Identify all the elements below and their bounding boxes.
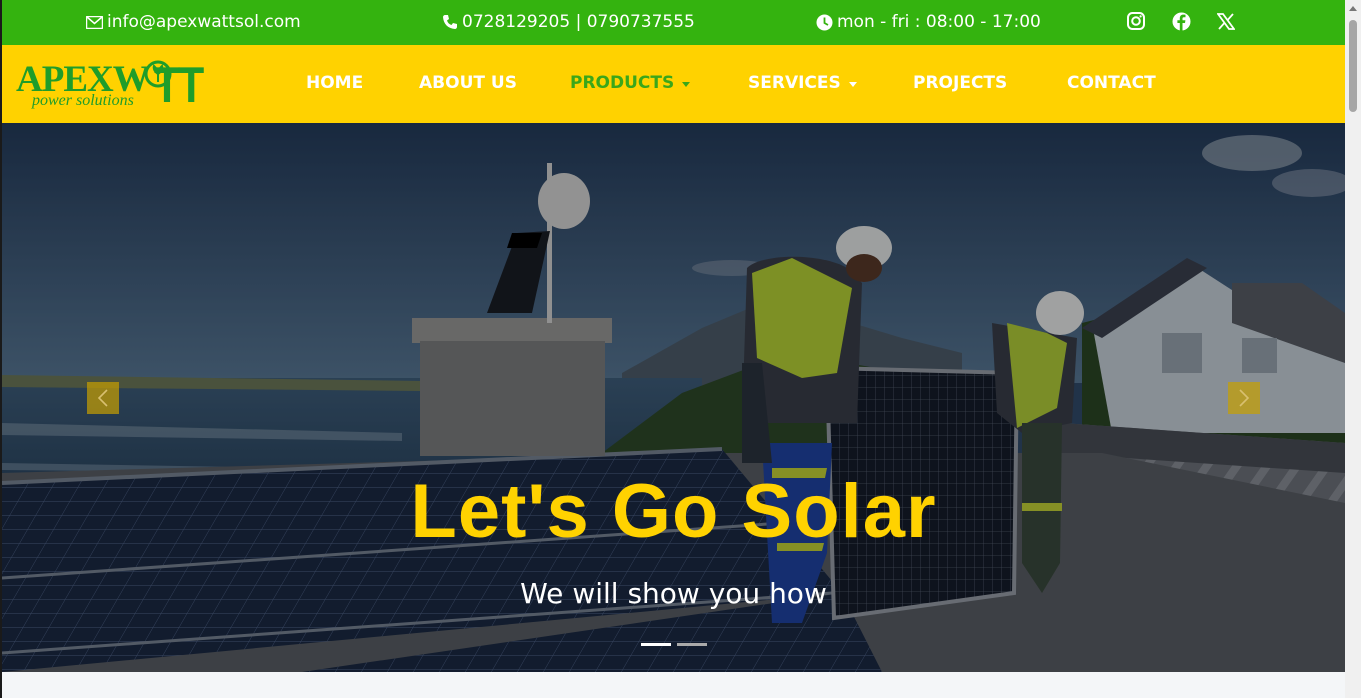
chevron-left-icon bbox=[97, 389, 108, 407]
carousel-prev-button[interactable] bbox=[87, 382, 119, 414]
phone-info[interactable]: 0728129205 | 0790737555 bbox=[442, 12, 695, 32]
hours-text: mon - fri : 08:00 - 17:00 bbox=[837, 12, 1041, 32]
hero-subtitle: We will show you how bbox=[520, 577, 827, 610]
nav-projects[interactable]: PROJECTS bbox=[913, 73, 1007, 93]
apexwatt-logo[interactable]: APEXW TT power solutions bbox=[16, 57, 216, 113]
main-navbar: APEXW TT power solutions HOME ABOUT US P… bbox=[2, 45, 1345, 123]
nav-products[interactable]: PRODUCTS bbox=[570, 73, 691, 93]
clock-icon bbox=[816, 14, 833, 30]
scrollbar-thumb[interactable] bbox=[1349, 20, 1357, 112]
chevron-down-icon bbox=[848, 81, 857, 87]
nav-services[interactable]: SERVICES bbox=[748, 73, 857, 93]
browser-viewport: info@apexwattsol.com 0728129205 | 079073… bbox=[2, 0, 1345, 698]
scroll-up-arrow-icon[interactable] bbox=[1349, 6, 1357, 11]
email-info[interactable]: info@apexwattsol.com bbox=[86, 12, 301, 32]
facebook-icon[interactable] bbox=[1170, 10, 1192, 32]
logo-tagline: power solutions bbox=[32, 92, 134, 109]
carousel-indicator-1[interactable] bbox=[641, 643, 671, 646]
email-text: info@apexwattsol.com bbox=[107, 12, 301, 32]
phone-icon bbox=[443, 15, 457, 29]
envelope-icon bbox=[86, 15, 103, 29]
x-icon[interactable] bbox=[1215, 10, 1237, 32]
vertical-scrollbar[interactable] bbox=[1345, 0, 1361, 698]
nav-home[interactable]: HOME bbox=[306, 73, 363, 93]
hero-title: Let's Go Solar bbox=[410, 469, 937, 554]
hero-carousel: Let's Go Solar We will show you how bbox=[2, 123, 1345, 672]
nav-home-label: HOME bbox=[306, 73, 364, 93]
page-below-hero bbox=[2, 672, 1345, 698]
chevron-right-icon bbox=[1239, 389, 1250, 407]
nav-products-label: PRODUCTS bbox=[570, 73, 675, 93]
phone-text: 0728129205 | 0790737555 bbox=[462, 12, 695, 32]
nav-projects-label: PROJECTS bbox=[913, 73, 1008, 93]
instagram-icon[interactable] bbox=[1125, 10, 1147, 32]
contact-topbar: info@apexwattsol.com 0728129205 | 079073… bbox=[2, 0, 1345, 45]
logo-wordmark-end: TT bbox=[154, 57, 204, 113]
nav-contact-label: CONTACT bbox=[1067, 73, 1156, 93]
carousel-indicator-2[interactable] bbox=[677, 643, 707, 646]
nav-about[interactable]: ABOUT US bbox=[419, 73, 517, 93]
hours-info: mon - fri : 08:00 - 17:00 bbox=[816, 12, 1041, 32]
carousel-next-button[interactable] bbox=[1228, 382, 1260, 414]
nav-about-label: ABOUT US bbox=[419, 73, 517, 93]
chevron-down-icon bbox=[682, 81, 691, 87]
nav-contact[interactable]: CONTACT bbox=[1067, 73, 1156, 93]
nav-services-label: SERVICES bbox=[748, 73, 841, 93]
